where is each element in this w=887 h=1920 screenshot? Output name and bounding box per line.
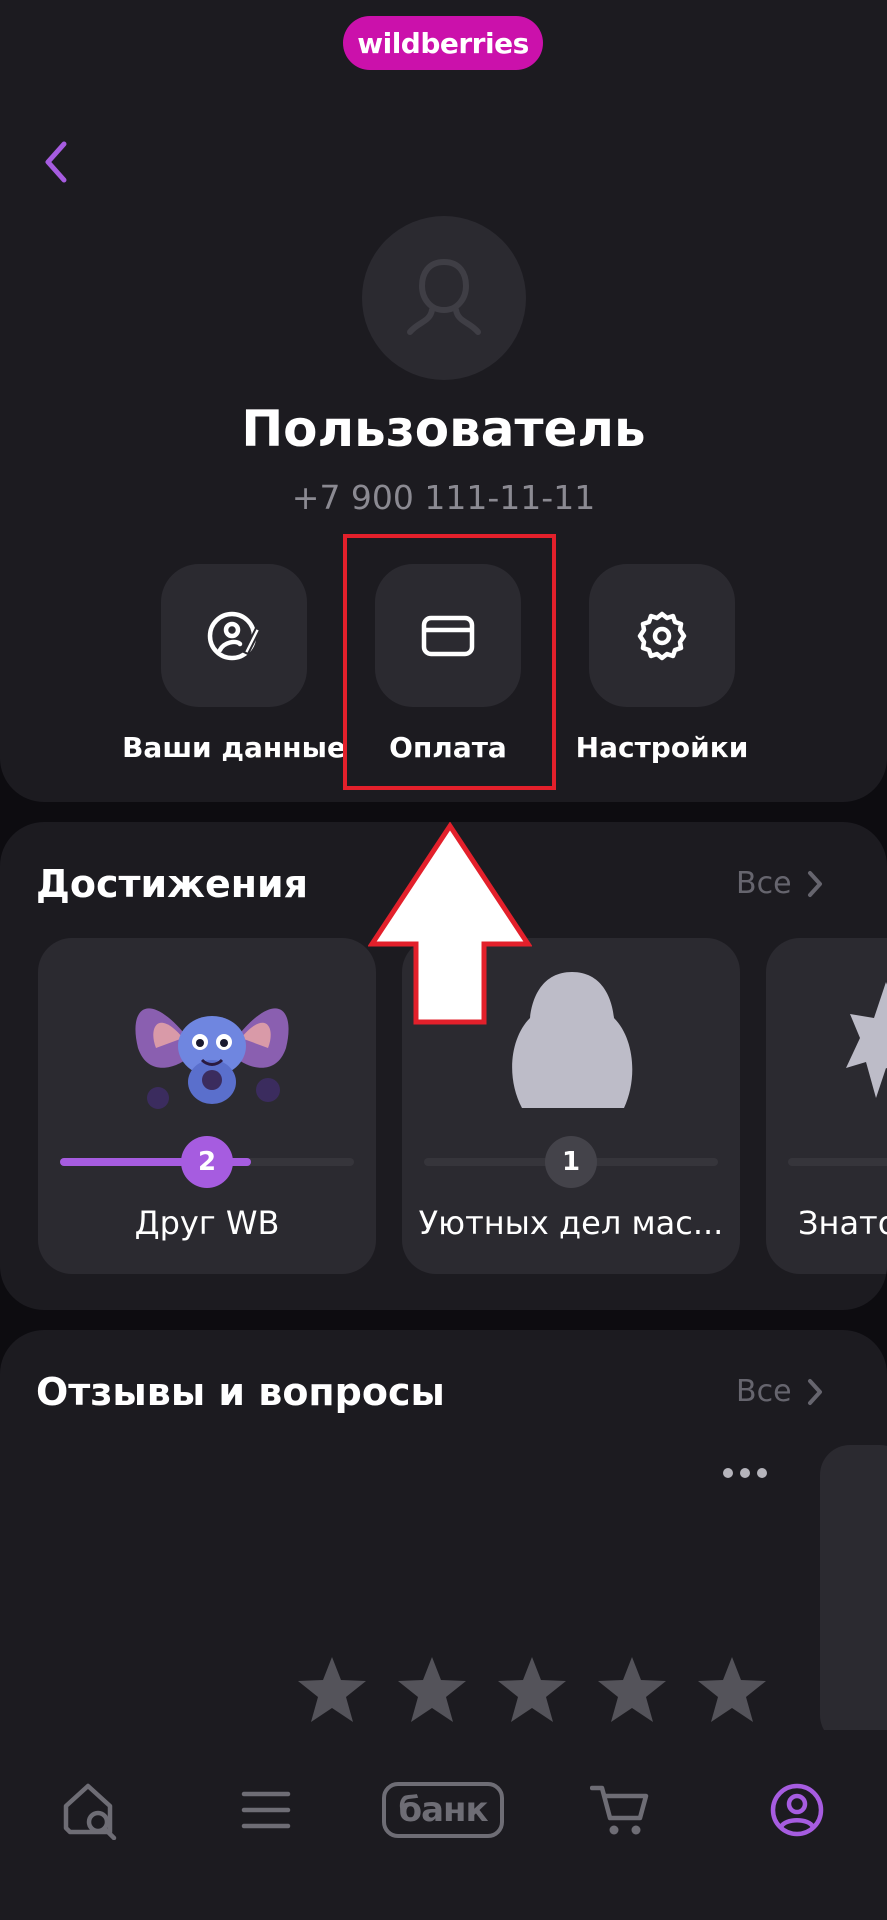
avatar[interactable] [362, 216, 526, 380]
nav-cart[interactable] [560, 1760, 680, 1860]
chevron-right-icon [807, 1378, 822, 1405]
chevron-right-icon [807, 870, 822, 897]
cart-icon [590, 1785, 649, 1835]
achievements-title: Достижения [36, 862, 308, 906]
achievements-see-all-label: Все [736, 866, 792, 901]
nav-catalog[interactable] [206, 1760, 326, 1860]
user-edit-icon [207, 611, 262, 660]
achievements-see-all-link[interactable]: Все [736, 866, 824, 901]
star-icon[interactable] [596, 1655, 668, 1725]
your-data-tile [161, 564, 307, 707]
settings-label: Настройки [575, 731, 749, 764]
bank-label: банк [382, 1782, 504, 1838]
more-options-icon[interactable] [720, 1465, 770, 1481]
your-data-button[interactable]: Ваши данные [122, 564, 346, 764]
back-button[interactable] [34, 132, 82, 192]
reviews-see-all-link[interactable]: Все [736, 1374, 824, 1409]
arrow-up-icon [368, 822, 532, 1025]
profile-icon [770, 1783, 824, 1837]
locked-achievement-silhouette [846, 982, 887, 1098]
achievement-item-friend-wb[interactable]: 2 Друг WB [38, 938, 376, 1274]
star-icon[interactable] [396, 1655, 468, 1725]
your-data-label: Ваши данные [122, 731, 346, 764]
nav-profile[interactable] [737, 1760, 857, 1860]
menu-icon [241, 1791, 291, 1829]
nav-home-search[interactable] [30, 1760, 150, 1860]
dragon-creature-image [135, 1008, 289, 1109]
bottom-navigation: банк [0, 1730, 887, 1920]
achievement-name: Уютных дел мас... [418, 1204, 724, 1242]
achievement-level-badge: 2 [181, 1136, 233, 1188]
achievement-progress-track [788, 1158, 887, 1166]
logo-text: wildberries [357, 26, 529, 60]
payment-highlight-frame [343, 534, 556, 790]
settings-button[interactable]: Настройки [554, 564, 770, 764]
wildberries-logo: wildberries [343, 16, 543, 70]
reviews-card: Отзывы и вопросы Все [0, 1330, 887, 1730]
reviews-title: Отзывы и вопросы [36, 1370, 445, 1414]
star-icon[interactable] [496, 1655, 568, 1725]
star-icon[interactable] [696, 1655, 768, 1725]
user-phone: +7 900 111-11-11 [291, 478, 596, 517]
home-search-icon [63, 1783, 117, 1840]
achievement-level-badge: 1 [545, 1136, 597, 1188]
review-card-peek [820, 1445, 887, 1730]
user-name: Пользователь [241, 400, 646, 458]
gear-icon [637, 611, 687, 660]
reviews-see-all-label: Все [736, 1374, 792, 1409]
star-icon[interactable] [296, 1655, 368, 1725]
settings-tile [589, 564, 735, 707]
chevron-left-icon [45, 141, 67, 183]
user-silhouette-icon [407, 258, 481, 335]
achievement-item-expert[interactable]: Знато [766, 938, 887, 1274]
nav-bank[interactable]: банк [382, 1760, 504, 1860]
achievement-name: Знато [798, 1204, 887, 1242]
achievement-name: Друг WB [134, 1204, 280, 1242]
